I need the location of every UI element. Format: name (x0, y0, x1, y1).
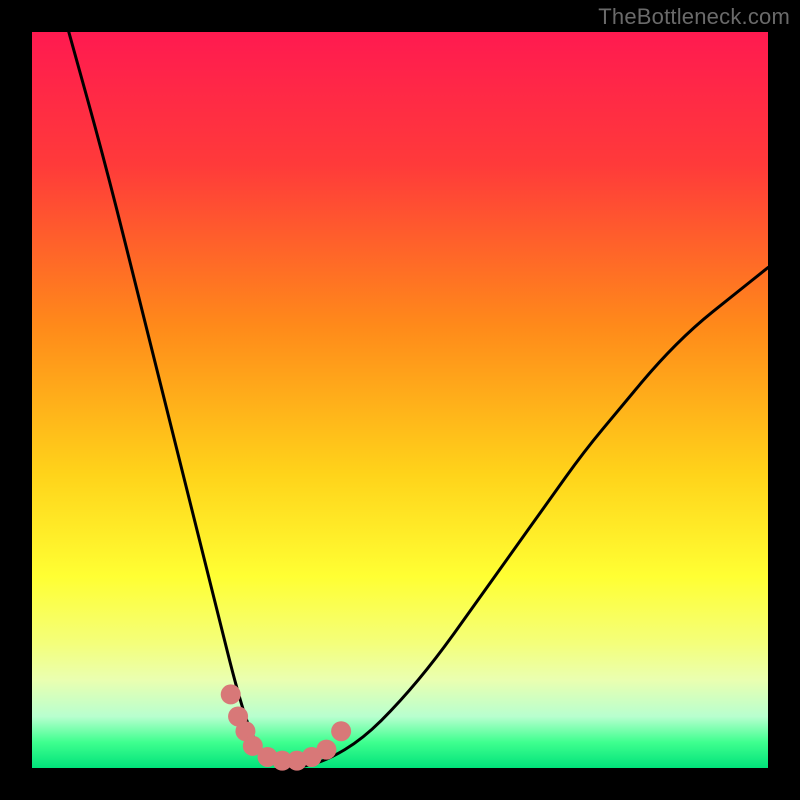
chart-frame: TheBottleneck.com (0, 0, 800, 800)
chart-svg (0, 0, 800, 800)
data-marker (316, 740, 336, 760)
plot-background (32, 32, 768, 768)
watermark-text: TheBottleneck.com (598, 4, 790, 30)
data-marker (331, 721, 351, 741)
data-marker (221, 684, 241, 704)
